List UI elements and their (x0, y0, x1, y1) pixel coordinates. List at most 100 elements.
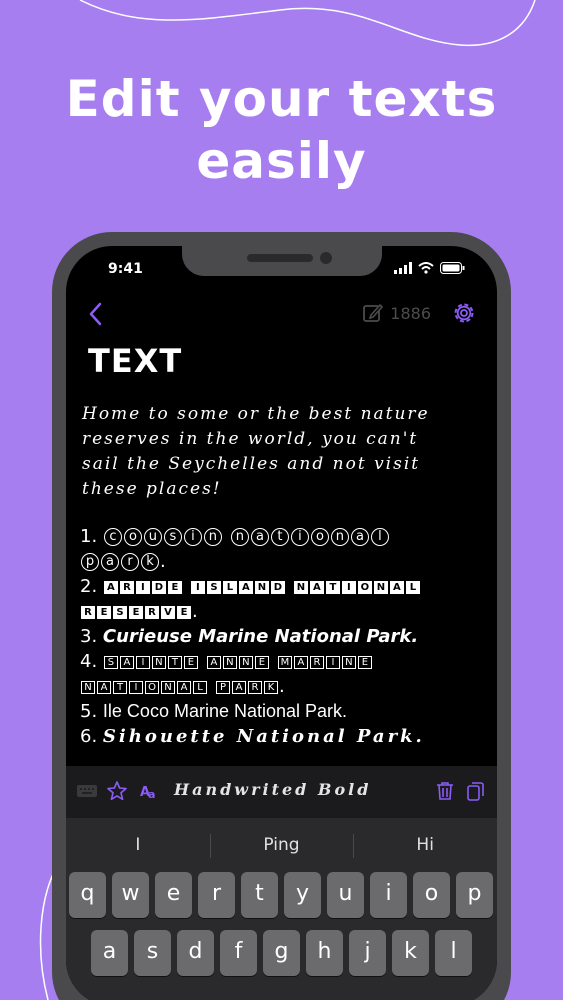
list-item-4: 4. SAINTEANNEMARINE NATIONALPARK. (80, 649, 485, 699)
intro-line: Home to some or the best nature (82, 404, 430, 424)
back-chevron-icon[interactable] (86, 300, 106, 328)
key-u[interactable]: u (327, 872, 364, 918)
star-icon[interactable] (106, 780, 128, 802)
letter-glyph: A (206, 655, 221, 669)
letter-glyph: N (293, 580, 308, 594)
notch (182, 246, 382, 276)
letter-glyph: M (277, 655, 292, 669)
key-i[interactable]: i (370, 872, 407, 918)
document-title: TEXT (88, 342, 183, 380)
letter-glyph: V (161, 605, 175, 619)
letter-glyph: A (232, 680, 246, 694)
key-a[interactable]: a (91, 930, 128, 976)
document-list[interactable]: 1. cousinnational park. 2. ARIDEISLANDNA… (80, 524, 485, 749)
letter-glyph: a (350, 528, 369, 546)
letter-glyph: P (216, 680, 230, 694)
key-l[interactable]: l (435, 930, 472, 976)
char-count: 1886 (362, 302, 431, 324)
letter-glyph: T (325, 580, 340, 594)
letter-glyph: S (206, 580, 221, 594)
letter-glyph: A (293, 655, 308, 669)
letter-glyph: c (103, 528, 122, 546)
letter-glyph: I (341, 580, 356, 594)
letter-glyph: E (357, 655, 372, 669)
list-item-3: 3. Curieuse Marine National Park. (80, 626, 419, 647)
letter-glyph: S (113, 605, 127, 619)
key-w[interactable]: w (112, 872, 149, 918)
letter-glyph: A (97, 680, 111, 694)
key-d[interactable]: d (177, 930, 214, 976)
key-h[interactable]: h (306, 930, 343, 976)
letter-glyph: R (309, 655, 324, 669)
circled-text: park. (80, 551, 166, 572)
letter-glyph: N (254, 580, 269, 594)
letter-glyph: S (103, 655, 118, 669)
boxed-text: RESERVE. (80, 601, 198, 622)
outlined-box-text: SAINTEANNEMARINE (103, 651, 373, 672)
letter-glyph: t (270, 528, 289, 546)
battery-icon (440, 262, 465, 274)
letter-glyph: E (254, 655, 269, 669)
letter-glyph: O (145, 680, 159, 694)
letter-glyph: E (167, 580, 182, 594)
letter-glyph: A (177, 680, 191, 694)
letter-glyph: A (119, 655, 134, 669)
edit-icon (363, 303, 384, 322)
key-j[interactable]: j (349, 930, 386, 976)
key-p[interactable]: p (456, 872, 493, 918)
trash-icon[interactable] (434, 780, 456, 802)
letter-glyph: O (357, 580, 372, 594)
fonts-icon[interactable]: A a (138, 780, 160, 802)
key-r[interactable]: r (198, 872, 235, 918)
letter-glyph: E (97, 605, 111, 619)
letter-glyph: o (310, 528, 329, 546)
wifi-icon (418, 262, 434, 274)
letter-glyph: I (190, 580, 205, 594)
letter-glyph: i (183, 528, 202, 546)
key-k[interactable]: k (392, 930, 429, 976)
letter-glyph: T (167, 655, 182, 669)
keyboard-icon[interactable] (76, 780, 98, 802)
key-q[interactable]: q (69, 872, 106, 918)
font-toolbar: A a Handwrited Bold (66, 766, 497, 818)
letter-glyph: N (222, 655, 237, 669)
key-g[interactable]: g (263, 930, 300, 976)
list-item-6: 6. Sihouette National Park. (80, 726, 425, 747)
letter-glyph: r (121, 553, 139, 571)
letter-glyph: E (177, 605, 191, 619)
document-intro[interactable]: Home to some or the best nature reserves… (82, 402, 482, 502)
letter-glyph: I (135, 655, 150, 669)
letter-glyph: N (341, 655, 356, 669)
letter-glyph: A (309, 580, 324, 594)
letter-glyph: N (373, 580, 388, 594)
key-e[interactable]: e (155, 872, 192, 918)
suggestion[interactable]: Ping (209, 818, 354, 868)
letter-glyph: a (250, 528, 269, 546)
key-t[interactable]: t (241, 872, 278, 918)
letter-glyph: a (101, 553, 119, 571)
key-o[interactable]: o (413, 872, 450, 918)
key-y[interactable]: y (284, 872, 321, 918)
suggestion[interactable]: Hi (353, 818, 497, 868)
letter-glyph: D (270, 580, 285, 594)
status-icons (394, 262, 465, 274)
suggestion[interactable]: I (66, 818, 210, 868)
settings-gear-icon[interactable] (451, 300, 477, 326)
signal-icon (394, 262, 412, 274)
key-s[interactable]: s (134, 930, 171, 976)
letter-glyph: L (193, 680, 207, 694)
selected-font-name[interactable]: Handwrited Bold (174, 780, 371, 799)
letter-glyph: L (222, 580, 237, 594)
boxed-text: ARIDEISLANDNATIONAL (103, 576, 421, 597)
copy-icon[interactable] (464, 780, 486, 802)
letter-glyph: I (129, 680, 143, 694)
key-f[interactable]: f (220, 930, 257, 976)
letter-glyph: R (81, 605, 95, 619)
letter-glyph: K (264, 680, 278, 694)
list-item-1: 1. cousinnational park. (80, 524, 485, 574)
suggestion-bar: I Ping Hi (66, 818, 497, 868)
intro-line: reserves in the world, you can't (82, 429, 419, 449)
letter-glyph: n (330, 528, 349, 546)
letter-glyph: N (161, 680, 175, 694)
speaker (247, 254, 313, 262)
